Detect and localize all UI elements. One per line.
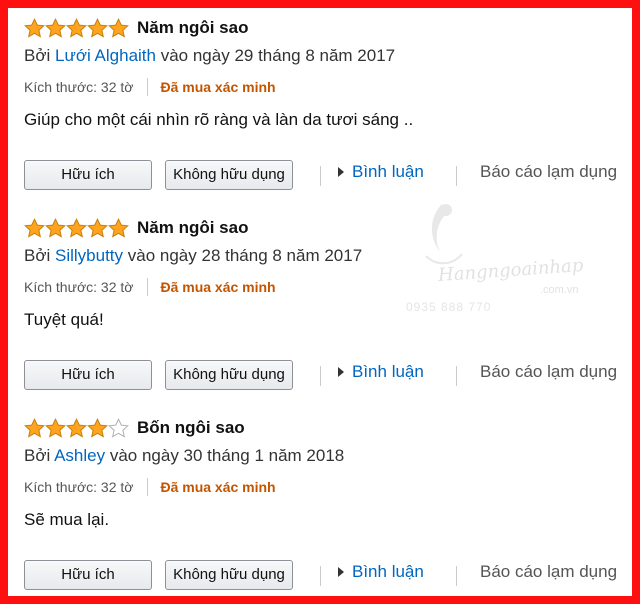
star-filled-icon bbox=[87, 217, 108, 239]
review-header: Bốn ngôi sao bbox=[24, 414, 245, 442]
star-filled-icon bbox=[66, 17, 87, 39]
review-actions: Hữu ích Không hữu dụng Bình luận Báo cáo… bbox=[24, 360, 630, 392]
caret-right-icon bbox=[338, 367, 344, 377]
caret-right-icon bbox=[338, 167, 344, 177]
size-info[interactable]: Kích thước: 32 tờ bbox=[24, 279, 133, 295]
star-filled-icon bbox=[66, 217, 87, 239]
review-title[interactable]: Bốn ngôi sao bbox=[137, 418, 245, 438]
review-byline: Bởi Sillybutty vào ngày 28 tháng 8 năm 2… bbox=[24, 246, 362, 266]
review-actions: Hữu ích Không hữu dụng Bình luận Báo cáo… bbox=[24, 560, 630, 592]
helpful-button[interactable]: Hữu ích bbox=[24, 160, 152, 190]
review-date: vào ngày 28 tháng 8 năm 2017 bbox=[127, 246, 363, 265]
not-helpful-button[interactable]: Không hữu dụng bbox=[165, 360, 293, 390]
comment-label: Bình luận bbox=[352, 562, 424, 581]
review-title[interactable]: Năm ngôi sao bbox=[137, 18, 248, 38]
star-rating[interactable] bbox=[24, 17, 129, 39]
verified-purchase-badge: Đã mua xác minh bbox=[160, 279, 276, 295]
comment-label: Bình luận bbox=[352, 362, 424, 381]
verified-purchase-badge: Đã mua xác minh bbox=[160, 479, 276, 495]
report-abuse-link[interactable]: Báo cáo lạm dụng bbox=[480, 362, 617, 382]
star-filled-icon bbox=[66, 417, 87, 439]
size-info[interactable]: Kích thước: 32 tờ bbox=[24, 79, 133, 95]
review-byline: Bởi Ashley vào ngày 30 tháng 1 năm 2018 bbox=[24, 446, 344, 466]
watermark-phone: 0935 888 770 bbox=[406, 300, 492, 314]
size-info[interactable]: Kích thước: 32 tờ bbox=[24, 479, 133, 495]
report-abuse-link[interactable]: Báo cáo lạm dụng bbox=[480, 162, 617, 182]
review-header: Năm ngôi sao bbox=[24, 214, 248, 242]
star-filled-icon bbox=[108, 17, 129, 39]
divider bbox=[320, 366, 321, 386]
comment-label: Bình luận bbox=[352, 162, 424, 181]
star-empty-icon bbox=[108, 417, 129, 439]
star-filled-icon bbox=[108, 217, 129, 239]
review-meta: Kích thước: 32 tờ Đã mua xác minh bbox=[24, 78, 276, 96]
not-helpful-button[interactable]: Không hữu dụng bbox=[165, 160, 293, 190]
divider bbox=[147, 278, 149, 296]
comment-link[interactable]: Bình luận bbox=[338, 362, 424, 382]
not-helpful-button[interactable]: Không hữu dụng bbox=[165, 560, 293, 590]
reviews-panel: Hangngoainhap .com.vn 0935 888 770 Năm n… bbox=[8, 8, 632, 596]
comment-link[interactable]: Bình luận bbox=[338, 562, 424, 582]
verified-purchase-badge: Đã mua xác minh bbox=[160, 79, 276, 95]
watermark-logo: Hangngoainhap .com.vn 0935 888 770 bbox=[400, 194, 600, 324]
divider bbox=[456, 366, 457, 386]
star-filled-icon bbox=[24, 17, 45, 39]
by-prefix: Bởi bbox=[24, 46, 51, 65]
report-abuse-link[interactable]: Báo cáo lạm dụng bbox=[480, 562, 617, 582]
review-header: Năm ngôi sao bbox=[24, 14, 248, 42]
comment-link[interactable]: Bình luận bbox=[338, 162, 424, 182]
helpful-button[interactable]: Hữu ích bbox=[24, 560, 152, 590]
review-meta: Kích thước: 32 tờ Đã mua xác minh bbox=[24, 478, 276, 496]
author-link[interactable]: Lưới Alghaith bbox=[55, 46, 156, 65]
divider bbox=[320, 166, 321, 186]
author-link[interactable]: Ashley bbox=[54, 446, 105, 465]
review-date: vào ngày 29 tháng 8 năm 2017 bbox=[160, 46, 396, 65]
star-filled-icon bbox=[24, 217, 45, 239]
star-rating[interactable] bbox=[24, 217, 129, 239]
divider bbox=[456, 166, 457, 186]
divider bbox=[456, 566, 457, 586]
star-filled-icon bbox=[87, 17, 108, 39]
by-prefix: Bởi bbox=[24, 246, 51, 265]
review-meta: Kích thước: 32 tờ Đã mua xác minh bbox=[24, 278, 276, 296]
divider bbox=[320, 566, 321, 586]
review-body: Giúp cho một cái nhìn rõ ràng và làn da … bbox=[24, 110, 414, 129]
author-link[interactable]: Sillybutty bbox=[55, 246, 123, 265]
star-filled-icon bbox=[87, 417, 108, 439]
star-filled-icon bbox=[45, 217, 66, 239]
star-filled-icon bbox=[45, 17, 66, 39]
review-byline: Bởi Lưới Alghaith vào ngày 29 tháng 8 nă… bbox=[24, 46, 395, 66]
watermark-domain: .com.vn bbox=[540, 284, 579, 296]
caret-right-icon bbox=[338, 567, 344, 577]
review-body: Tuyệt quá! bbox=[24, 310, 104, 329]
helpful-button[interactable]: Hữu ích bbox=[24, 360, 152, 390]
star-filled-icon bbox=[45, 417, 66, 439]
divider bbox=[147, 478, 149, 496]
review-body: Sẽ mua lại. bbox=[24, 510, 110, 529]
by-prefix: Bởi bbox=[24, 446, 51, 465]
star-filled-icon bbox=[24, 417, 45, 439]
star-rating[interactable] bbox=[24, 417, 129, 439]
divider bbox=[147, 78, 149, 96]
review-title[interactable]: Năm ngôi sao bbox=[137, 218, 248, 238]
review-actions: Hữu ích Không hữu dụng Bình luận Báo cáo… bbox=[24, 160, 630, 192]
review-date: vào ngày 30 tháng 1 năm 2018 bbox=[109, 446, 345, 465]
